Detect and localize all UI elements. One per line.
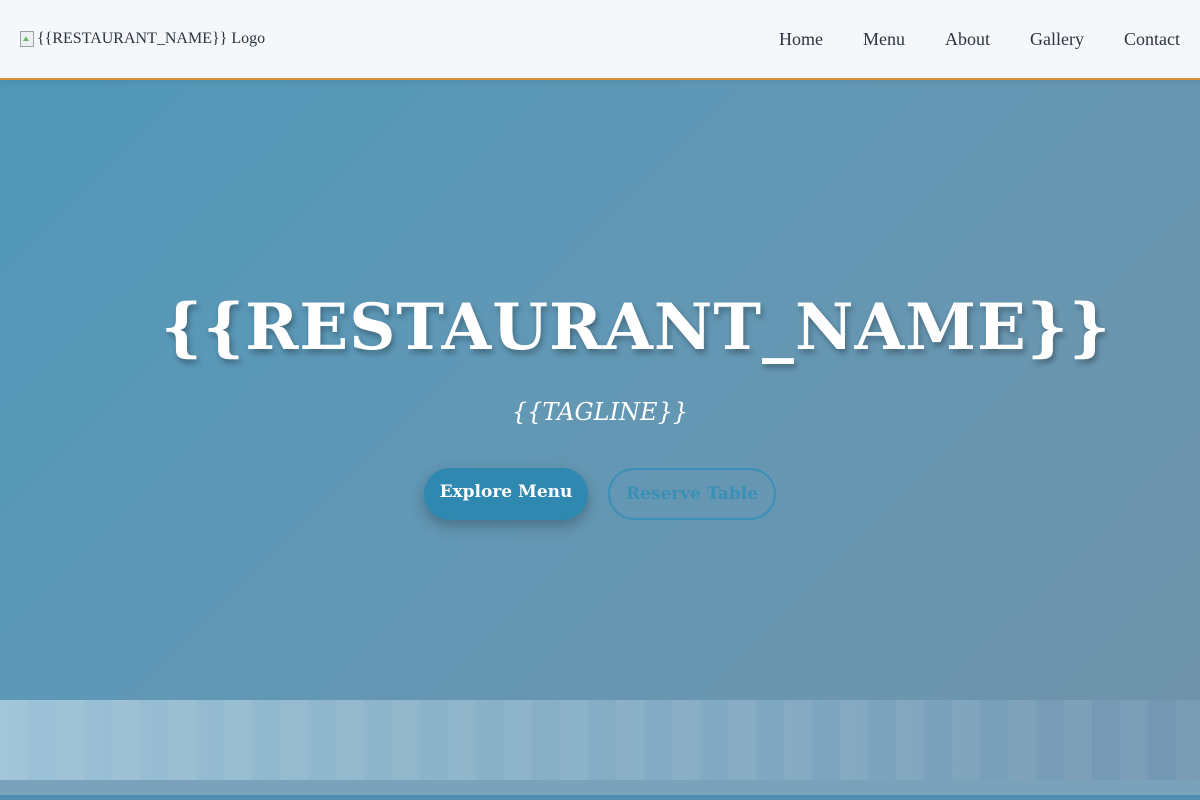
next-section-edge (0, 780, 1200, 800)
logo[interactable]: {{RESTAURANT_NAME}} Logo (20, 30, 265, 48)
band-pattern (0, 700, 1200, 780)
hero-section: {{RESTAURANT_NAME}} {{TAGLINE}} Explore … (0, 80, 1200, 700)
hero-actions: Explore Menu Reserve Table (0, 468, 1200, 520)
hero-tagline: {{TAGLINE}} (511, 398, 689, 426)
site-header: {{RESTAURANT_NAME}} Logo Home Menu About… (0, 0, 1200, 80)
logo-alt-text: {{RESTAURANT_NAME}} Logo (37, 30, 266, 47)
explore-menu-button[interactable]: Explore Menu (424, 468, 588, 520)
nav-about-link[interactable]: About (945, 29, 990, 50)
reserve-table-button[interactable]: Reserve Table (608, 468, 776, 520)
nav-menu-link[interactable]: Menu (863, 29, 905, 50)
main-nav: Home Menu About Gallery Contact (779, 29, 1180, 50)
nav-home-link[interactable]: Home (779, 29, 823, 50)
nav-contact-link[interactable]: Contact (1124, 29, 1180, 50)
hero-title: {{RESTAURANT_NAME}} (160, 290, 1112, 365)
section-band (0, 700, 1200, 780)
nav-gallery-link[interactable]: Gallery (1030, 29, 1084, 50)
broken-image-icon (20, 31, 34, 47)
